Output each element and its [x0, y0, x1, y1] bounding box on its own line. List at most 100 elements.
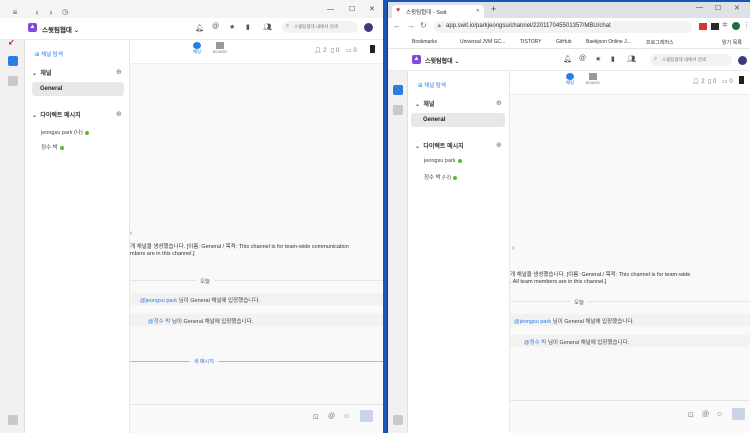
- board-icon: [589, 73, 597, 80]
- dm-item-jeongsu-bak[interactable]: 정수 박: [41, 143, 64, 151]
- chat-app-icon[interactable]: [393, 85, 403, 95]
- mention-icon[interactable]: @: [702, 411, 709, 418]
- people-icon[interactable]: 👥︎: [627, 55, 636, 63]
- back-icon[interactable]: ‹: [32, 7, 42, 17]
- reload-icon[interactable]: ↻: [420, 21, 427, 30]
- bookmark-item[interactable]: GitHub: [556, 39, 572, 45]
- back-icon[interactable]: ←: [393, 21, 401, 30]
- star-icon[interactable]: ★: [595, 55, 601, 63]
- dm-item-jeongsu-park[interactable]: jeongsu park (나): [41, 128, 89, 136]
- collapse-sidebar-icon[interactable]: ‹: [130, 230, 132, 237]
- forward-icon[interactable]: →: [407, 21, 415, 30]
- avatar[interactable]: [738, 56, 747, 65]
- send-button[interactable]: [732, 408, 745, 420]
- channels-header[interactable]: ⌄ 채널: [415, 99, 434, 108]
- search-box[interactable]: ⌕ 스윗팀협대 내에서 검색: [650, 54, 732, 66]
- reading-list[interactable]: 읽기 목록: [722, 39, 742, 46]
- tab-board[interactable]: BOARD: [585, 73, 601, 85]
- history-icon[interactable]: ◷: [60, 7, 70, 17]
- members-count[interactable]: 👤︎ 2: [692, 78, 705, 85]
- people-icon[interactable]: 👥︎: [263, 23, 272, 31]
- url-text: app.swit.io/parkjeongsu/channel/22011704…: [446, 23, 611, 29]
- mention-link[interactable]: @정수 박: [148, 319, 170, 325]
- emoji-icon[interactable]: ☺: [343, 413, 350, 420]
- menu-kebab-icon[interactable]: ⋮: [743, 21, 750, 29]
- tasks-count[interactable]: ▭ 0: [346, 47, 357, 54]
- bell-icon[interactable]: 🔔︎: [563, 55, 572, 63]
- bookmark-item[interactable]: TISTORY: [520, 39, 542, 45]
- tab-close-icon[interactable]: ✕: [476, 8, 480, 14]
- dm-item-jeongsu-park[interactable]: jeongsu park: [424, 158, 462, 164]
- bell-icon[interactable]: 🔔︎: [195, 24, 204, 32]
- mention-icon[interactable]: @: [212, 23, 219, 30]
- attach-icon[interactable]: ⊡: [688, 411, 694, 419]
- dm-item-jeongsu-bak[interactable]: 정수 박 (나): [424, 173, 457, 181]
- add-dm-icon[interactable]: ⊕: [116, 110, 122, 118]
- browse-channels-link[interactable]: ⊞ 채널 탐색: [418, 81, 446, 89]
- settings-app-icon[interactable]: [8, 415, 18, 425]
- search-input[interactable]: 스윗팀협대 내에서 검색: [662, 57, 706, 63]
- menu-icon[interactable]: ≡: [10, 7, 20, 17]
- browser-tab[interactable]: ♥ 스윗팀협대 - Swit ✕: [392, 5, 484, 18]
- browse-channels-link[interactable]: ⊞ 채널 탐색: [35, 50, 63, 58]
- close-button[interactable]: ✕: [734, 4, 740, 12]
- file-icon[interactable]: ▮: [611, 55, 615, 63]
- mention-link[interactable]: @정수 박: [524, 340, 546, 346]
- panel-toggle-icon[interactable]: [739, 76, 744, 84]
- browser-toolbar: ← → ↻ 🔒︎ app.swit.io/parkjeongsu/channel…: [388, 18, 750, 36]
- star-icon[interactable]: ★: [229, 23, 235, 31]
- collapse-sidebar-icon[interactable]: ‹: [512, 245, 514, 252]
- bookmark-item[interactable]: Baekjoon Online J...: [586, 39, 631, 45]
- workspace-name[interactable]: 스윗팀협대 ⌄: [42, 24, 79, 34]
- profile-avatar[interactable]: [732, 22, 740, 30]
- sidebar-item-general[interactable]: General: [32, 82, 124, 96]
- panel-toggle-icon[interactable]: [370, 45, 375, 53]
- add-channel-icon[interactable]: ⊕: [116, 68, 122, 76]
- bookmark-item[interactable]: Bookmarks: [412, 39, 437, 45]
- files-count[interactable]: ▯ 0: [708, 78, 716, 85]
- members-count[interactable]: 👤︎ 2: [314, 47, 327, 54]
- attach-icon[interactable]: ⊡: [313, 413, 319, 421]
- extensions-puzzle-icon[interactable]: ✲: [722, 21, 728, 29]
- dm-header[interactable]: ⌄ 다이렉트 메시지: [415, 141, 464, 150]
- tab-board[interactable]: BOARD: [212, 42, 228, 54]
- bookmark-item[interactable]: 프로그래머스: [646, 39, 674, 46]
- message-composer[interactable]: ⊡ @ ☺: [130, 404, 383, 433]
- tab-chat[interactable]: 채팅: [563, 73, 577, 86]
- task-app-icon[interactable]: [393, 105, 403, 115]
- settings-app-icon[interactable]: [393, 415, 403, 425]
- mention-link[interactable]: @jeongsu park: [140, 298, 177, 304]
- channels-header[interactable]: ⌄ 채널: [32, 68, 51, 77]
- message-composer[interactable]: ⊡ @ ☺: [510, 400, 750, 433]
- forward-icon[interactable]: ›: [46, 7, 56, 17]
- workspace-name[interactable]: 스윗팀협대 ⌄: [425, 56, 459, 65]
- bookmark-item[interactable]: Universal JVM GC...: [460, 39, 505, 45]
- add-channel-icon[interactable]: ⊕: [496, 99, 502, 107]
- emoji-icon[interactable]: ☺: [716, 411, 723, 418]
- chat-app-icon[interactable]: [8, 56, 18, 66]
- extension-icon[interactable]: [699, 23, 707, 30]
- close-button[interactable]: ✕: [369, 5, 375, 13]
- sidebar-item-general[interactable]: General: [411, 113, 505, 127]
- search-box[interactable]: ⌕ 스윗팀협대 내에서 검색: [282, 21, 358, 33]
- extension-icon[interactable]: [711, 23, 719, 30]
- search-input[interactable]: 스윗팀협대 내에서 검색: [294, 24, 338, 30]
- avatar[interactable]: [364, 23, 373, 32]
- minimize-button[interactable]: —: [327, 6, 334, 13]
- mention-link[interactable]: @jeongsu park: [514, 319, 551, 325]
- file-icon[interactable]: ▮: [246, 23, 250, 31]
- tab-chat[interactable]: 채팅: [190, 42, 204, 55]
- maximize-button[interactable]: ☐: [349, 5, 355, 13]
- files-count[interactable]: ▯ 0: [331, 47, 339, 54]
- task-app-icon[interactable]: [8, 76, 18, 86]
- mention-icon[interactable]: @: [579, 55, 586, 62]
- send-button[interactable]: [360, 410, 373, 422]
- add-dm-icon[interactable]: ⊕: [496, 141, 502, 149]
- address-bar[interactable]: 🔒︎ app.swit.io/parkjeongsu/channel/22011…: [434, 21, 692, 33]
- tasks-count[interactable]: ▭ 0: [722, 78, 733, 85]
- minimize-button[interactable]: —: [696, 4, 703, 11]
- dm-header[interactable]: ⌄ 다이렉트 메시지: [32, 110, 81, 119]
- new-tab-button[interactable]: +: [491, 4, 496, 14]
- maximize-button[interactable]: ☐: [715, 4, 721, 12]
- mention-icon[interactable]: @: [328, 413, 335, 420]
